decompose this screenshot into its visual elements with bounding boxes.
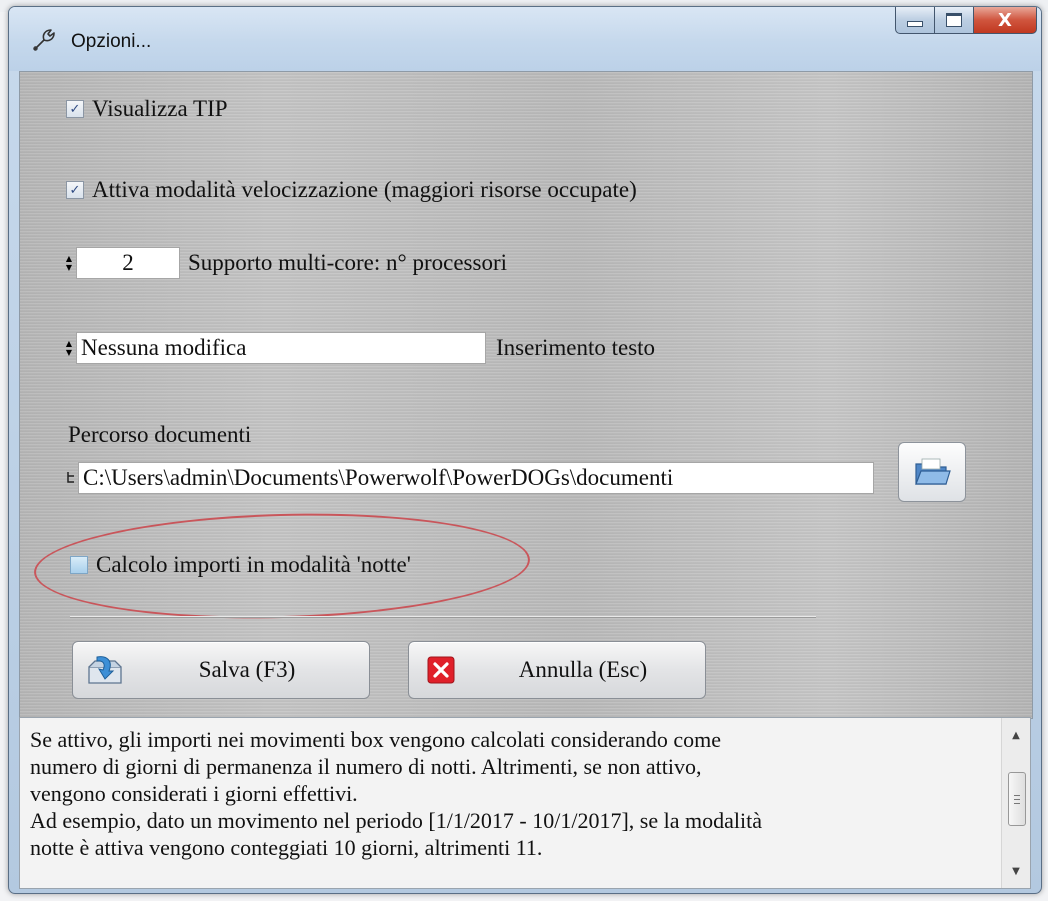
scroll-down-icon[interactable]: ▼ (1002, 856, 1030, 886)
help-description-box[interactable]: Se attivo, gli importi nei movimenti box… (19, 717, 1031, 889)
title-bar[interactable]: Opzioni... X (9, 7, 1041, 71)
text-insert-select[interactable]: Nessuna modifica (76, 332, 486, 364)
cancel-x-icon (421, 652, 461, 688)
night-mode-checkbox[interactable] (70, 556, 88, 574)
wrench-icon (33, 29, 55, 51)
save-button[interactable]: Salva (F3) (72, 641, 370, 699)
docs-path-row: C:\Users\admin\Documents\Powerwolf\Power… (66, 462, 874, 494)
help-line: Se attivo, gli importi nei movimenti box… (30, 727, 722, 752)
maximize-icon (946, 13, 962, 27)
show-tip-option[interactable]: ✓ Visualizza TIP (66, 96, 228, 122)
caption-buttons: X (895, 7, 1037, 35)
maximize-button[interactable] (935, 7, 974, 34)
options-dialog: Opzioni... X ✓ Visualizza TIP ✓ Attiva m… (8, 6, 1042, 894)
help-line: vengono considerati i giorni effettivi. (30, 781, 358, 806)
minimize-icon (907, 21, 923, 27)
speed-mode-option[interactable]: ✓ Attiva modalità velocizzazione (maggio… (66, 177, 637, 203)
close-icon: X (998, 9, 1012, 31)
multicore-label: Supporto multi-core: n° processori (188, 250, 508, 275)
folder-open-icon (915, 458, 951, 485)
scroll-up-icon[interactable]: ▲ (1002, 720, 1030, 750)
help-line: numero di giorni di permanenza il numero… (30, 754, 702, 779)
night-mode-label: Calcolo importi in modalità 'notte' (96, 552, 411, 577)
docs-path-heading: Percorso documenti (68, 422, 251, 448)
cancel-button[interactable]: Annulla (Esc) (408, 641, 706, 699)
save-disk-icon (85, 652, 125, 688)
help-line: notte è attiva vengono conteggiati 10 gi… (30, 835, 543, 860)
text-insert-spinner-arrows[interactable]: ▲ ▼ (64, 332, 74, 364)
close-button[interactable]: X (974, 7, 1037, 34)
minimize-button[interactable] (895, 7, 935, 34)
docs-path-label: Percorso documenti (68, 422, 252, 447)
speed-mode-checkbox[interactable]: ✓ (66, 181, 84, 199)
cancel-label: Annulla (Esc) (518, 657, 648, 682)
window-title: Opzioni... (71, 31, 152, 52)
help-line: Ad esempio, dato un movimento nel period… (30, 808, 762, 833)
path-tree-icon (67, 472, 74, 483)
multicore-option: ▲ ▼ 2 Supporto multi-core: n° processori (64, 247, 507, 279)
docs-path-input[interactable]: C:\Users\admin\Documents\Powerwolf\Power… (78, 462, 874, 494)
night-mode-option[interactable]: Calcolo importi in modalità 'notte' (70, 552, 411, 578)
options-panel: ✓ Visualizza TIP ✓ Attiva modalità veloc… (19, 71, 1033, 719)
multicore-input[interactable]: 2 (76, 247, 180, 279)
multicore-spinner-arrows[interactable]: ▲ ▼ (64, 247, 74, 279)
text-insert-label: Inserimento testo (496, 335, 656, 360)
show-tip-checkbox[interactable]: ✓ (66, 100, 84, 118)
speed-mode-label: Attiva modalità velocizzazione (maggiori… (92, 177, 637, 202)
text-insert-option: ▲ ▼ Nessuna modifica Inserimento testo (64, 332, 655, 364)
separator-line (70, 616, 816, 618)
help-text: Se attivo, gli importi nei movimenti box… (30, 726, 990, 861)
browse-folder-button[interactable] (898, 442, 966, 502)
scroll-thumb[interactable] (1008, 772, 1026, 826)
show-tip-label: Visualizza TIP (92, 96, 228, 121)
help-scrollbar[interactable]: ▲ ▼ (1001, 718, 1030, 888)
save-label: Salva (F3) (198, 657, 296, 682)
grip-icon (1014, 794, 1020, 804)
